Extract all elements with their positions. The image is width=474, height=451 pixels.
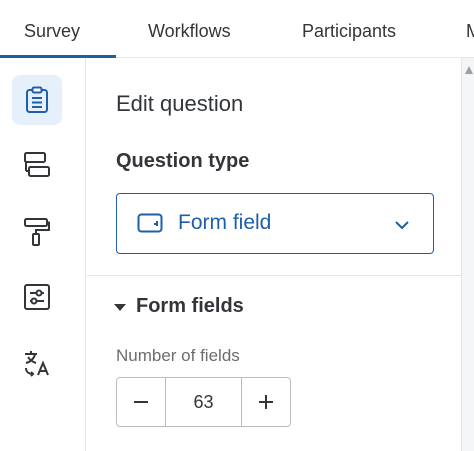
increment-button[interactable] bbox=[241, 378, 290, 426]
number-of-fields-stepper: 63 bbox=[116, 377, 291, 427]
scroll-up-arrow-icon[interactable] bbox=[465, 66, 473, 74]
top-tab-bar: Survey Workflows Participants M bbox=[0, 0, 474, 58]
sliders-icon bbox=[24, 284, 50, 310]
paint-roller-icon bbox=[24, 218, 50, 246]
question-type-label: Question type bbox=[116, 150, 250, 172]
number-of-fields-value[interactable]: 63 bbox=[166, 378, 241, 426]
question-type-value: Form field bbox=[178, 211, 272, 234]
left-icon-rail bbox=[0, 58, 86, 451]
section-divider bbox=[87, 275, 461, 276]
plus-icon bbox=[259, 395, 273, 409]
edit-question-panel: Edit question Question type Form field F… bbox=[87, 58, 461, 451]
panel-title: Edit question bbox=[116, 91, 244, 116]
rail-item-look-and-feel[interactable] bbox=[12, 207, 62, 257]
tab-workflows[interactable]: Workflows bbox=[148, 0, 231, 58]
number-of-fields-label: Number of fields bbox=[116, 346, 240, 365]
blocks-icon bbox=[24, 152, 50, 177]
caret-down-icon bbox=[114, 304, 126, 311]
minus-icon bbox=[134, 401, 148, 403]
decrement-button[interactable] bbox=[117, 378, 166, 426]
rail-item-translate[interactable] bbox=[12, 338, 62, 388]
form-fields-label: Form fields bbox=[136, 295, 244, 317]
chevron-down-icon bbox=[394, 217, 410, 235]
tab-survey[interactable]: Survey bbox=[24, 0, 80, 58]
clipboard-icon bbox=[26, 86, 48, 113]
rail-item-blocks[interactable] bbox=[12, 140, 62, 190]
panel-scrollbar[interactable] bbox=[461, 58, 474, 451]
form-field-icon bbox=[137, 213, 163, 238]
rail-item-edit-question[interactable] bbox=[12, 75, 62, 125]
rail-item-survey-options[interactable] bbox=[12, 272, 62, 322]
question-type-dropdown[interactable]: Form field bbox=[116, 193, 434, 254]
translate-icon bbox=[25, 351, 49, 377]
tab-participants[interactable]: Participants bbox=[302, 0, 396, 58]
form-fields-section-toggle[interactable]: Form fields bbox=[114, 295, 244, 318]
tab-more[interactable]: M bbox=[466, 0, 474, 58]
